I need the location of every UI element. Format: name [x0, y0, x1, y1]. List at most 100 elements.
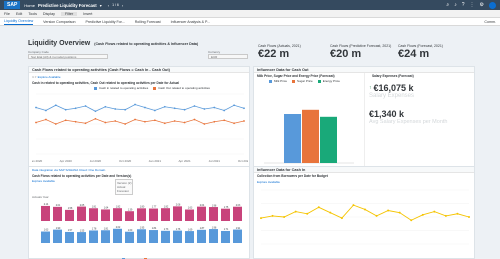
bar	[149, 208, 158, 221]
bar	[53, 229, 62, 243]
bar	[125, 231, 134, 243]
app-title[interactable]: Predictive Liquidity Forecast	[38, 3, 97, 8]
data-point	[410, 219, 413, 222]
data-label: 1.77	[152, 207, 157, 209]
bar-milk-price	[284, 114, 301, 163]
data-point	[134, 103, 136, 106]
bar	[137, 229, 146, 243]
bar	[161, 208, 170, 221]
data-label: 1.57	[68, 230, 73, 232]
grid-icon[interactable]: ⋮	[470, 2, 475, 8]
data-label: 1.39	[128, 209, 133, 211]
bar	[89, 208, 98, 221]
tab-predictive-liquidity[interactable]: Predictive Liquidity For...	[86, 20, 125, 24]
x-tick-label: Apr 2021	[178, 159, 191, 163]
back-icon[interactable]: ‹	[108, 3, 109, 8]
currency-field[interactable]: EUR	[208, 54, 248, 59]
data-point	[94, 110, 97, 113]
data-label: 2.02	[116, 227, 121, 229]
kpi-value: €22 m	[258, 48, 290, 60]
data-point	[144, 106, 146, 109]
settings-icon[interactable]: ⚙	[480, 2, 484, 8]
data-point	[45, 118, 47, 121]
data-label: 2.08	[176, 205, 181, 207]
data-point	[223, 109, 226, 112]
bar	[41, 205, 50, 221]
user-avatar[interactable]	[489, 1, 496, 9]
forward-icon[interactable]: ›	[122, 3, 123, 8]
data-label: 1.84	[152, 228, 157, 230]
data-point	[364, 208, 366, 211]
data-point	[114, 120, 117, 122]
data-label: 2.04	[200, 205, 205, 207]
home-link[interactable]: Home	[24, 3, 35, 8]
data-point	[260, 217, 262, 220]
bar	[197, 206, 206, 221]
data-label: 1.95	[140, 227, 145, 229]
tab-liquidity-overview[interactable]: Liquidity Overview	[4, 19, 34, 25]
data-point	[153, 109, 156, 112]
data-point	[35, 106, 37, 109]
tools-menu[interactable]: Tools	[28, 12, 37, 16]
data-point	[64, 108, 67, 111]
data-label: 2.05	[80, 205, 85, 207]
tab-comm[interactable]: Comm.	[484, 20, 496, 24]
time-filter[interactable]: ⏲ ▾	[32, 75, 36, 79]
data-point	[74, 120, 77, 123]
data-point	[223, 119, 226, 122]
salary-value: €16,075 k	[373, 83, 414, 93]
help-icon[interactable]: ?	[462, 2, 465, 8]
explore-link[interactable]: Explore Available	[32, 179, 55, 195]
chevron-down-icon[interactable]: ▾	[100, 3, 102, 8]
data-label: 1.64	[104, 208, 109, 210]
bar	[101, 209, 110, 221]
data-point	[183, 108, 186, 111]
search-icon[interactable]: ⌕	[446, 2, 449, 8]
page-subtitle: (Cash Flows related to operating activit…	[94, 42, 199, 46]
version-item-forecast[interactable]: Forecast	[117, 189, 132, 193]
version-bar-chart: 2.14 2.01 1.58 2.05 1.81 1.64 1.82 1.39 1.80 1.77…	[41, 204, 242, 259]
page-tabs: Liquidity Overview Version Comparison Pr…	[0, 18, 500, 26]
explore-link[interactable]: Explore Available	[38, 75, 61, 79]
display-menu[interactable]: Display	[43, 12, 55, 16]
bell-icon[interactable]: ♪	[454, 2, 457, 8]
influencer-cash-in-panel: Influencer Data for Cash In Collection f…	[253, 166, 475, 259]
avg-salary-caption: Avg Salary Expenses per Month	[369, 119, 448, 125]
data-label: 1.71	[224, 229, 229, 231]
tab-rolling-forecast[interactable]: Rolling Forecast	[135, 20, 161, 24]
integration-text[interactable]: Data integration via SAP S/4HANA Cloud: …	[32, 168, 105, 172]
data-point	[84, 105, 87, 107]
data-label: 2.03	[236, 205, 241, 207]
sap-logo[interactable]: SAP	[4, 1, 21, 9]
bar-sugar-price	[302, 109, 319, 163]
data-point	[233, 104, 235, 107]
x-tick-label: Apr 2020	[60, 159, 73, 163]
bar	[113, 208, 122, 221]
tab-version-comparison[interactable]: Version Comparison	[43, 20, 75, 24]
bar	[137, 208, 146, 221]
company-code-field[interactable]: Soc Etat (All) & in-model positions	[28, 54, 108, 59]
data-label: 1.82	[164, 206, 169, 208]
version-selector[interactable]: Version (2) Actual Forecast	[114, 179, 134, 195]
data-point	[243, 120, 245, 122]
data-point	[294, 210, 297, 213]
data-point	[74, 107, 77, 110]
series-line-0	[35, 104, 245, 112]
avg-salary-value: €1,340 k	[369, 109, 405, 119]
filter-menu[interactable]: Filter	[61, 11, 78, 16]
data-point	[35, 121, 37, 124]
data-point	[54, 123, 57, 125]
file-menu[interactable]: File	[4, 12, 10, 16]
insert-menu[interactable]: Insert	[83, 12, 92, 16]
salary-caption: Salary Expenses	[369, 93, 415, 99]
edit-menu[interactable]: Edit	[16, 12, 22, 16]
data-point	[203, 108, 206, 110]
data-point	[283, 216, 286, 218]
bar	[161, 230, 170, 243]
bar	[173, 206, 182, 221]
tab-influencer-analysis[interactable]: Influencer Analysis & P...	[171, 20, 210, 24]
data-point	[173, 120, 176, 122]
data-point	[64, 119, 67, 122]
series-line-1	[35, 118, 245, 125]
data-point	[54, 104, 57, 107]
